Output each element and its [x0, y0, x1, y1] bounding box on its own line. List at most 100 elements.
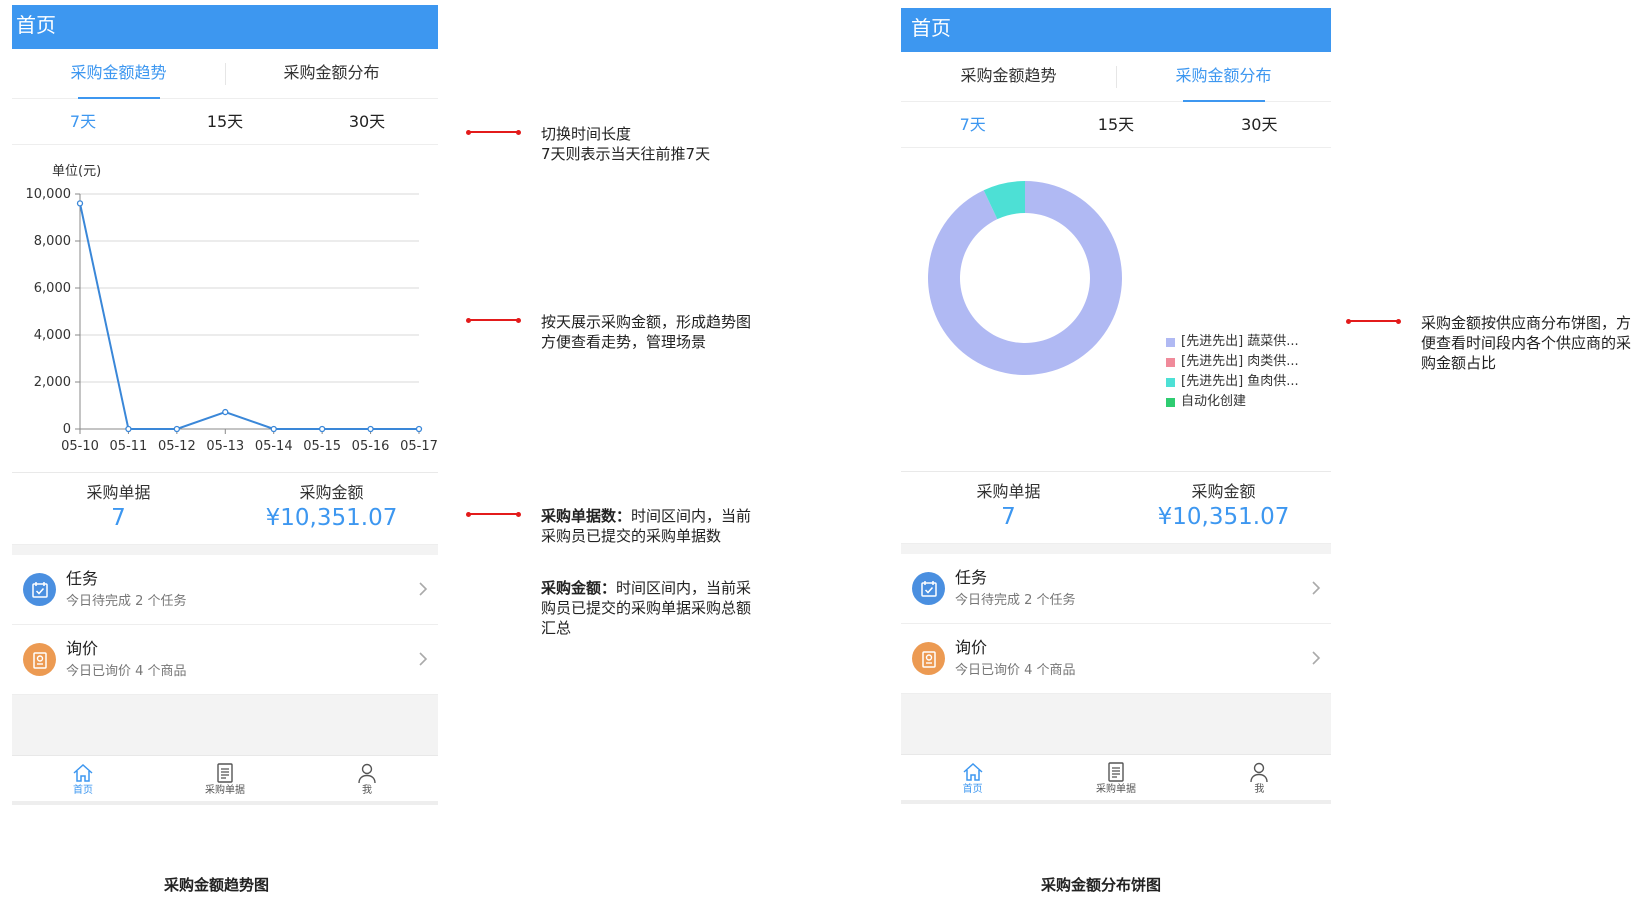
tab-distribution[interactable]: 采购金额分布 [225, 49, 438, 98]
inquiry-icon [23, 643, 56, 676]
nav-home[interactable]: 首页 [12, 756, 154, 801]
stats-row: 采购单据 7 采购金额 ¥10,351.07 [12, 473, 438, 545]
annotation-line [1348, 320, 1398, 322]
x-tick-label: 05-15 [303, 439, 341, 454]
orders-stat: 采购单据 7 [12, 473, 225, 544]
legend-swatch [1166, 377, 1175, 387]
list-item-inquiry[interactable]: 询价 今日已询价 4 个商品 [901, 624, 1331, 694]
annotation-dot [516, 318, 521, 323]
legend-item[interactable]: 自动化创建 [1166, 392, 1299, 412]
tab-trend[interactable]: 采购金额趋势 [901, 52, 1116, 101]
nav-home-label: 首页 [73, 785, 93, 796]
trend-screen: 首页 采购金额趋势 采购金额分布 7天 15天 30天 单位(元) 0 2,000 4… [12, 5, 438, 831]
annotation-text: 便查看时间段内各个供应商的采 [1421, 334, 1632, 352]
inquiry-subtitle: 今日已询价 4 个商品 [66, 663, 187, 679]
page-title: 首页 [901, 8, 1331, 52]
y-tick-label: 2,000 [34, 375, 71, 390]
list-item-task[interactable]: 任务 今日待完成 2 个任务 [901, 554, 1331, 624]
distribution-screen: 首页 采购金额趋势 采购金额分布 7天 15天 30天 [先进先出] 蔬菜供..… [901, 8, 1331, 834]
annotation-bold: 采购单据数： [541, 507, 632, 525]
annotation-distribution: 采购金额按供应商分布饼图，方 便查看时间段内各个供应商的采 购金额占比 [1421, 313, 1631, 373]
range-15-days[interactable]: 15天 [154, 99, 296, 144]
user-icon [1250, 762, 1269, 783]
range-30-days[interactable]: 30天 [296, 99, 438, 144]
nav-me-label: 我 [362, 785, 372, 796]
amount-value: ¥10,351.07 [265, 505, 398, 531]
x-tick-label: 05-13 [206, 439, 244, 454]
nav-me[interactable]: 我 [1188, 755, 1331, 800]
inquiry-title: 询价 [66, 638, 99, 658]
annotation-text: 时间区间内，当前采 [616, 579, 752, 597]
y-tick-label: 4,000 [34, 328, 71, 343]
section-gap [901, 544, 1331, 554]
legend-item[interactable]: [先进先出] 鱼肉供... [1166, 372, 1299, 392]
x-tick-label: 05-17 [400, 439, 438, 454]
data-point [76, 200, 84, 207]
nav-orders-label: 采购单据 [1095, 784, 1136, 795]
trend-line-chart: 单位(元) 0 2,000 4,000 6,000 8,000 10,000 05-10 05-… [26, 164, 438, 454]
data-point [173, 425, 181, 433]
orders-label: 采购单据 [86, 483, 151, 502]
inquiry-subtitle: 今日已询价 4 个商品 [955, 662, 1076, 678]
annotation-amount: 采购金额：时间区间内，当前采 购员已提交的采购单据采购总额 汇总 [541, 578, 751, 638]
y-tick-label: 6,000 [34, 281, 71, 296]
caption-distribution: 采购金额分布饼图 [1041, 876, 1162, 894]
annotation-text: 采购金额按供应商分布饼图，方 [1421, 314, 1632, 332]
series-line [79, 203, 419, 430]
distribution-donut-chart [928, 181, 1122, 375]
y-axis-label: 单位(元) [52, 164, 101, 179]
nav-home-label: 首页 [962, 784, 983, 795]
amount-stat: 采购金额 ¥10,351.07 [225, 473, 438, 544]
range-7-days[interactable]: 7天 [901, 102, 1044, 147]
page-title: 首页 [12, 5, 438, 49]
orders-value: 7 [111, 505, 126, 531]
legend-label: 自动化创建 [1181, 394, 1247, 409]
task-title: 任务 [955, 567, 988, 587]
range-selector: 7天 15天 30天 [12, 99, 438, 145]
nav-orders[interactable]: 采购单据 [1044, 755, 1187, 800]
annotation-bold: 采购金额： [541, 579, 617, 597]
task-subtitle: 今日待完成 2 个任务 [66, 593, 187, 609]
legend-item[interactable]: [先进先出] 肉类供... [1166, 352, 1299, 372]
chevron-right-icon [419, 582, 428, 596]
stats-row: 采购单据 7 采购金额 ¥10,351.07 [901, 472, 1331, 544]
range-30-days[interactable]: 30天 [1188, 102, 1331, 147]
chart-tabs: 采购金额趋势 采购金额分布 [901, 52, 1331, 102]
nav-me[interactable]: 我 [296, 756, 438, 801]
x-tick-label: 05-11 [110, 439, 148, 454]
range-15-days[interactable]: 15天 [1044, 102, 1187, 147]
amount-label: 采购金额 [299, 483, 364, 502]
list-item-task[interactable]: 任务 今日待完成 2 个任务 [12, 555, 438, 625]
legend-label: [先进先出] 蔬菜供... [1181, 334, 1299, 349]
empty-area [12, 695, 438, 755]
user-icon [358, 763, 376, 784]
list-item-inquiry[interactable]: 询价 今日已询价 4 个商品 [12, 625, 438, 695]
task-subtitle: 今日待完成 2 个任务 [955, 592, 1076, 608]
section-gap [12, 545, 438, 555]
y-tick-label: 10,000 [26, 187, 72, 202]
annotation-text: 购金额占比 [1421, 354, 1497, 372]
legend-item[interactable]: [先进先出] 蔬菜供... [1166, 332, 1299, 352]
nav-orders[interactable]: 采购单据 [154, 756, 296, 801]
nav-orders-label: 采购单据 [205, 785, 245, 796]
bottom-nav: 首页 采购单据 我 [12, 755, 438, 805]
tab-distribution[interactable]: 采购金额分布 [1116, 52, 1331, 101]
tab-trend[interactable]: 采购金额趋势 [12, 49, 225, 98]
trend-chart: 单位(元) 0 2,000 4,000 6,000 8,000 10,000 05-10 05-… [12, 145, 438, 473]
chevron-right-icon [1312, 581, 1321, 595]
data-point [125, 425, 132, 433]
empty-area [901, 694, 1331, 754]
orders-stat: 采购单据 7 [901, 472, 1116, 543]
legend-label: [先进先出] 鱼肉供... [1181, 374, 1299, 389]
legend-swatch [1166, 337, 1175, 347]
annotation-dot [516, 512, 521, 517]
annotation-text: 时间区间内，当前 [631, 507, 752, 525]
distribution-chart: [先进先出] 蔬菜供... [先进先出] 肉类供... [先进先出] 鱼肉供..… [901, 148, 1331, 472]
range-selector: 7天 15天 30天 [901, 102, 1331, 148]
annotation-line [468, 131, 518, 133]
x-tick-label: 05-12 [158, 439, 196, 454]
annotation-text: 方便查看走势，管理场景 [541, 333, 707, 351]
nav-home[interactable]: 首页 [901, 755, 1044, 800]
range-7-days[interactable]: 7天 [12, 99, 154, 144]
amount-value: ¥10,351.07 [1157, 504, 1290, 530]
